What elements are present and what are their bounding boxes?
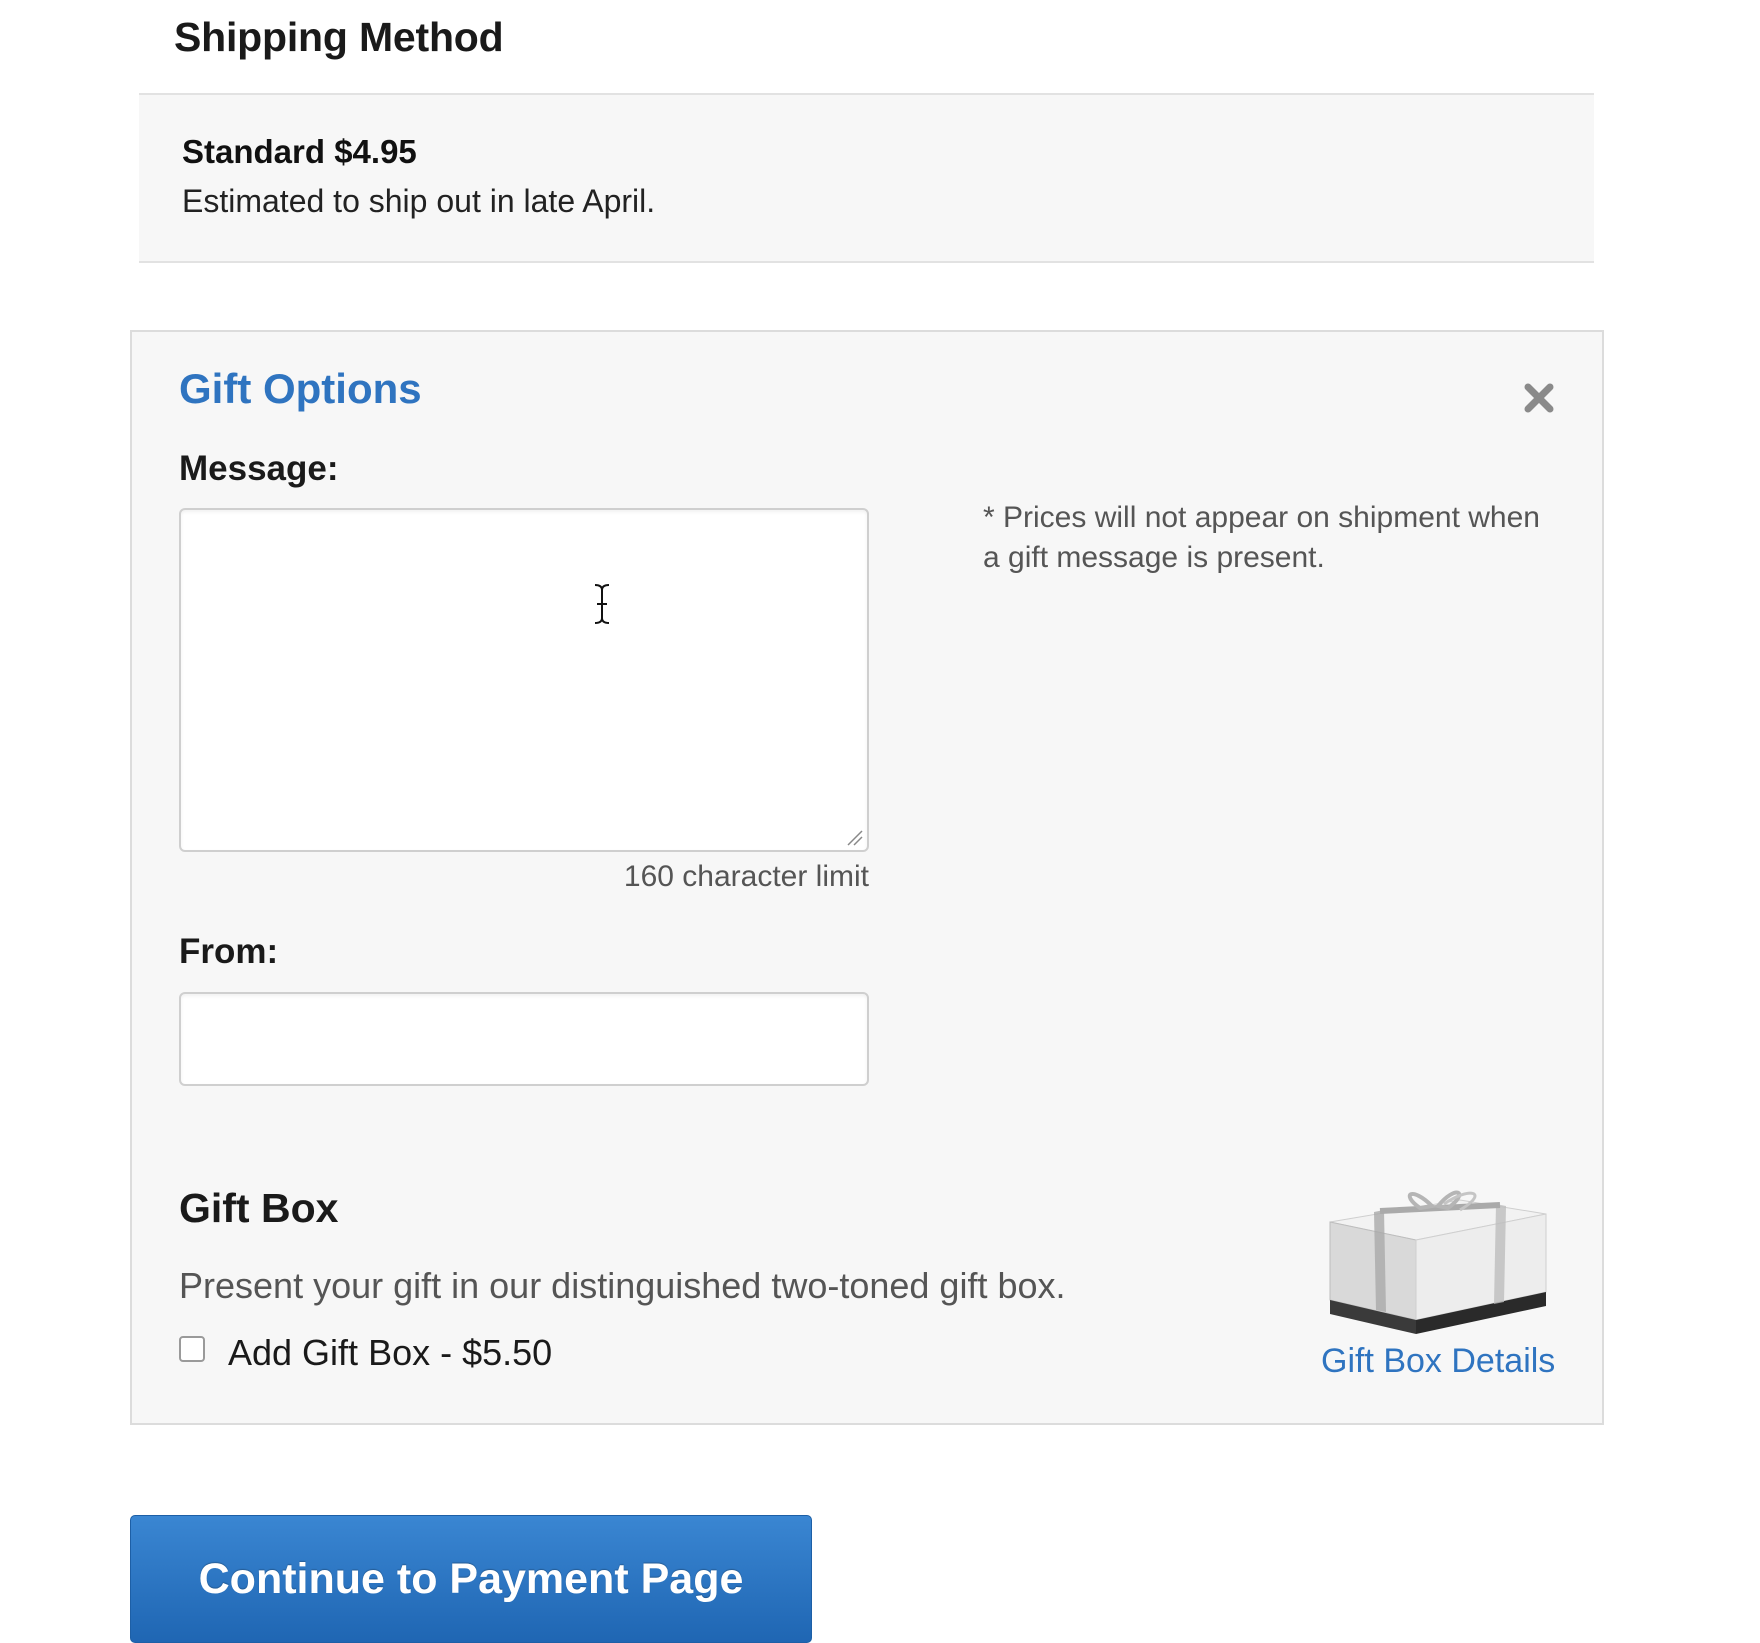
gift-message-textarea[interactable] xyxy=(179,508,869,852)
shipping-option-box: Standard $4.95 Estimated to ship out in … xyxy=(139,93,1594,263)
close-icon[interactable] xyxy=(1520,379,1558,417)
gift-box-heading: Gift Box xyxy=(179,1185,339,1231)
continue-to-payment-button[interactable]: Continue to Payment Page xyxy=(130,1515,812,1643)
shipping-method-heading: Shipping Method xyxy=(174,14,504,60)
gift-box-details-link[interactable]: Gift Box Details xyxy=(1321,1342,1555,1381)
gift-box-description: Present your gift in our distinguished t… xyxy=(179,1265,1066,1306)
shipping-estimate: Estimated to ship out in late April. xyxy=(182,183,656,219)
shipping-option-name: Standard $4.95 xyxy=(182,133,417,170)
text-cursor-icon xyxy=(594,584,610,624)
add-gift-box-label[interactable]: Add Gift Box - $5.50 xyxy=(228,1332,552,1374)
message-label: Message: xyxy=(179,449,339,488)
character-limit-note: 160 character limit xyxy=(623,860,869,893)
gift-box-image xyxy=(1329,1190,1547,1334)
from-field[interactable] xyxy=(179,992,869,1086)
add-gift-box-checkbox[interactable] xyxy=(179,1336,205,1362)
resize-handle-icon[interactable] xyxy=(844,827,864,847)
from-label: From: xyxy=(179,932,279,971)
prices-note: * Prices will not appear on shipment whe… xyxy=(983,501,1540,574)
gift-options-heading: Gift Options xyxy=(179,365,422,412)
gift-options-panel: Gift Options Message: 160 character limi… xyxy=(130,330,1604,1425)
